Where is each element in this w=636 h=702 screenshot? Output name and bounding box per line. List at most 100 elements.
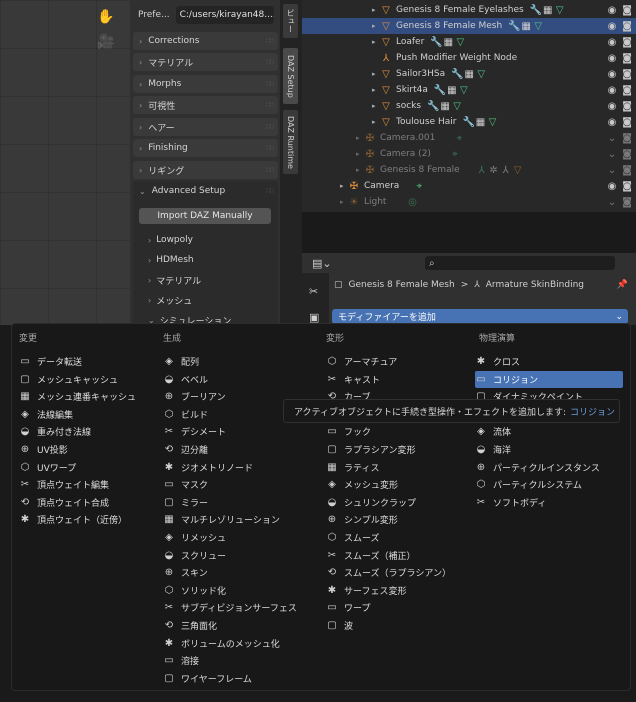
menu-item[interactable]: ▭ コリジョン [475,370,623,388]
camera-render-icon[interactable]: ◙ [622,101,632,112]
menu-item[interactable]: ▦ メッシュ連番キャッシュ [19,388,136,405]
subpanel-mesh[interactable]: › メッシュ [148,292,192,308]
outliner-row[interactable]: ▸ ▽ Loafer 🔧 ▦ ▽ ◉ ◙ [302,34,636,50]
tool-tab-icon[interactable]: ✂ [309,285,318,298]
chevron-down-icon[interactable]: ⌄ [608,165,616,176]
menu-item[interactable]: ▭ ワープ [326,599,370,616]
pin-icon[interactable]: 📌 [617,280,628,290]
pan-hand-icon[interactable]: ✋ [94,5,118,29]
eye-icon[interactable]: ◉ [608,181,617,192]
menu-item[interactable]: ◒ 海洋 [475,441,511,458]
editor-type-icon[interactable]: ▤⌄ [312,257,332,270]
outliner-row[interactable]: ▸ ▽ Genesis 8 Female Eyelashes 🔧 ▦ ▽ ◉ ◙ [302,2,636,18]
menu-item[interactable]: ▢ ラプラシアン変形 [326,441,415,458]
menu-item[interactable]: ⟲ スムーズ（ラプラシアン） [326,564,451,581]
menu-item[interactable]: ⊕ ブーリアン [163,388,226,405]
panel-rigging[interactable]: › リギング ∷∷ [133,161,278,179]
tab-daz-setup[interactable]: DAZ Setup [283,48,298,104]
menu-item[interactable]: ⟲ 頂点ウェイト合成 [19,494,109,511]
menu-item[interactable]: ◈ 流体 [475,423,511,440]
camera-render-icon[interactable]: ◙ [622,37,632,48]
subpanel-hdmesh[interactable]: › HDMesh [148,252,194,268]
menu-item[interactable]: ⟲ 三角面化 [163,617,217,634]
camera-render-icon[interactable]: ◙ [622,69,632,80]
menu-item[interactable]: ✂ デシメート [163,423,226,440]
expand-icon[interactable]: ▸ [356,150,364,158]
menu-item[interactable]: ⬡ ビルド [163,406,208,423]
grip-icon[interactable]: ∷∷ [266,144,274,152]
camera-render-icon[interactable]: ◙ [622,5,632,16]
outliner-row[interactable]: ▸ ✠ Genesis 8 Female ⅄ ✲ ⅄ ▽ ⌄ ◙ [302,162,636,178]
camera-render-icon[interactable]: ◙ [622,149,632,160]
expand-icon[interactable]: ▸ [372,102,380,110]
panel-hair[interactable]: › ヘアー ∷∷ [133,118,278,136]
expand-icon[interactable]: ▸ [340,198,348,206]
expand-icon[interactable]: ▸ [356,166,364,174]
add-modifier-button[interactable]: モディファイアーを追加 ⌄ [332,309,628,324]
subpanel-lowpoly[interactable]: › Lowpoly [148,232,193,248]
menu-item[interactable]: ✱ クロス [475,353,520,370]
outliner-row[interactable]: ▸ ▽ Genesis 8 Female Mesh 🔧 ▦ ▽ ◉ ◙ [302,18,636,34]
chevron-down-icon[interactable]: ⌄ [608,149,616,160]
eye-icon[interactable]: ◉ [608,5,617,16]
panel-material[interactable]: › マテリアル ∷∷ [133,53,278,71]
outliner-row[interactable]: ▸ ✠ Camera (2) ⌖ ⌄ ◙ [302,146,636,162]
outliner-row[interactable]: ▸ ▽ Sailor3HSa 🔧 ▦ ▽ ◉ ◙ [302,66,636,82]
expand-icon[interactable]: ▸ [372,38,380,46]
camera-render-icon[interactable]: ◙ [622,53,632,64]
grip-icon[interactable]: ∷∷ [266,101,274,109]
menu-item[interactable]: ✱ ボリュームのメッシュ化 [163,635,280,652]
camera-render-icon[interactable]: ◙ [622,165,632,176]
tab-view[interactable]: ビュー [283,4,298,38]
menu-item[interactable]: ✱ 頂点ウェイト（近傍） [19,511,127,528]
menu-item[interactable]: ▭ 溶接 [163,652,199,669]
pref-path-field[interactable]: C:/users/kirayan48....⌄ [175,6,274,24]
menu-item[interactable]: ⊕ スキン [163,564,208,581]
properties-search-input[interactable]: ⌕ [425,256,615,270]
menu-item[interactable]: ✱ サーフェス変形 [326,582,407,599]
import-daz-manually-button[interactable]: Import DAZ Manually [139,208,271,224]
menu-item[interactable]: ⬡ パーティクルシステム [475,476,582,493]
menu-item[interactable]: ▢ ワイヤーフレーム [163,670,252,687]
menu-item[interactable]: ◈ 法線編集 [19,406,73,423]
subpanel-material[interactable]: › マテリアル [148,272,201,288]
menu-item[interactable]: ⊕ パーティクルインスタンス [475,459,600,476]
panel-visibility[interactable]: › 可視性 ∷∷ [133,96,278,114]
menu-item[interactable]: ⬡ スムーズ [326,529,380,546]
camera-render-icon[interactable]: ◙ [622,85,632,96]
menu-item[interactable]: ▭ フック [326,423,371,440]
panel-morphs[interactable]: › Morphs ∷∷ [133,75,278,93]
menu-item[interactable]: ▦ マルチレゾリューション [163,511,280,528]
outliner-row[interactable]: ▸ ✠ Camera.001 ⌖ ⌄ ◙ [302,130,636,146]
menu-item[interactable]: ▢ ミラー [163,494,208,511]
breadcrumb-object[interactable]: Genesis 8 Female Mesh [349,280,455,290]
camera-render-icon[interactable]: ◙ [622,181,632,192]
expand-icon[interactable]: ▸ [372,22,380,30]
menu-item[interactable]: ✂ キャスト [326,371,380,388]
panel-corrections[interactable]: › Corrections ∷∷ [133,32,278,50]
grip-icon[interactable]: ∷∷ [266,80,274,88]
eye-icon[interactable]: ◉ [608,101,617,112]
camera-render-icon[interactable]: ◙ [622,117,632,128]
eye-icon[interactable]: ◉ [608,21,617,32]
outliner-row[interactable]: ▸ ☀ Light ◎ ⌄ ◙ [302,194,636,210]
outliner-row[interactable]: ⅄ Push Modifier Weight Node ◉ ◙ [302,50,636,66]
menu-item[interactable]: ▢ 波 [326,617,353,634]
menu-item[interactable]: ⬡ UVワープ [19,459,77,476]
chevron-down-icon[interactable]: ⌄ [608,197,616,208]
outliner-row[interactable]: ▸ ▽ Skirt4a 🔧 ▦ ▽ ◉ ◙ [302,82,636,98]
menu-item[interactable]: ✂ サブディビジョンサーフェス [163,599,297,616]
panel-advanced-setup[interactable]: ⌄ Advanced Setup ∷∷ [133,182,278,200]
menu-item[interactable]: ◈ 配列 [163,353,199,370]
menu-item[interactable]: ▦ ラティス [326,459,379,476]
camera-view-icon[interactable]: 🎥 [94,30,118,54]
camera-render-icon[interactable]: ◙ [622,133,632,144]
menu-item[interactable]: ▭ データ転送 [19,353,82,370]
camera-render-icon[interactable]: ◙ [622,197,632,208]
menu-item[interactable]: ✱ ジオメトリノード [163,459,253,476]
eye-icon[interactable]: ◉ [608,37,617,48]
menu-item[interactable]: ⬡ アーマチュア [326,353,398,370]
expand-icon[interactable]: ▸ [340,182,348,190]
eye-icon[interactable]: ◉ [608,85,617,96]
eye-icon[interactable]: ◉ [608,117,617,128]
